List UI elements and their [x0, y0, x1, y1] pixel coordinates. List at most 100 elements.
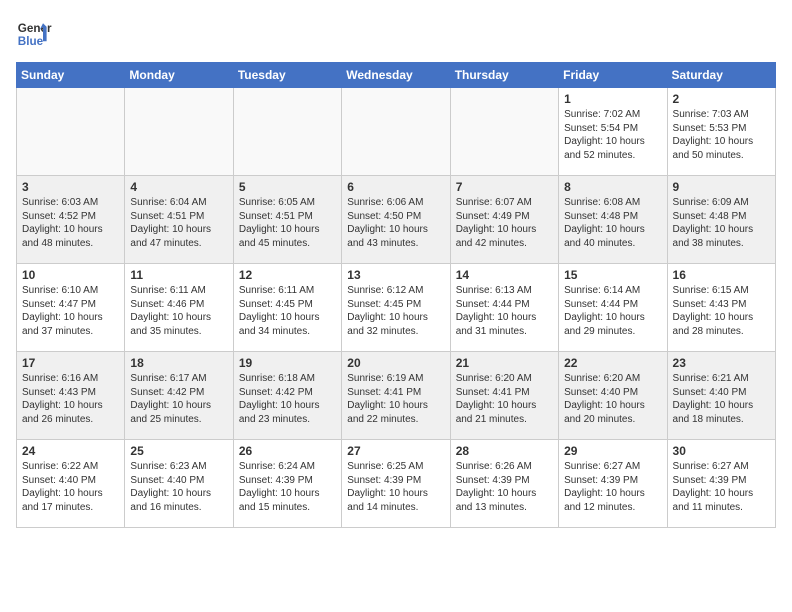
day-number: 24: [22, 444, 119, 458]
day-number: 9: [673, 180, 770, 194]
day-info: Sunrise: 6:04 AM Sunset: 4:51 PM Dayligh…: [130, 196, 227, 250]
day-info: Sunrise: 6:21 AM Sunset: 4:40 PM Dayligh…: [673, 372, 770, 426]
day-number: 3: [22, 180, 119, 194]
day-number: 28: [456, 444, 553, 458]
week-row-2: 3 Sunrise: 6:03 AM Sunset: 4:52 PM Daylig…: [17, 176, 776, 264]
day-number: 12: [239, 268, 336, 282]
day-info: Sunrise: 6:24 AM Sunset: 4:39 PM Dayligh…: [239, 460, 336, 514]
day-info: Sunrise: 6:11 AM Sunset: 4:45 PM Dayligh…: [239, 284, 336, 338]
day-number: 10: [22, 268, 119, 282]
calendar-cell: 1 Sunrise: 7:02 AM Sunset: 5:54 PM Daylig…: [559, 88, 667, 176]
calendar-cell: 30 Sunrise: 6:27 AM Sunset: 4:39 PM Dayli…: [667, 440, 775, 528]
day-info: Sunrise: 6:06 AM Sunset: 4:50 PM Dayligh…: [347, 196, 444, 250]
calendar-cell: 13 Sunrise: 6:12 AM Sunset: 4:45 PM Dayli…: [342, 264, 450, 352]
day-number: 6: [347, 180, 444, 194]
week-row-1: 1 Sunrise: 7:02 AM Sunset: 5:54 PM Daylig…: [17, 88, 776, 176]
day-info: Sunrise: 6:10 AM Sunset: 4:47 PM Dayligh…: [22, 284, 119, 338]
day-info: Sunrise: 6:27 AM Sunset: 4:39 PM Dayligh…: [673, 460, 770, 514]
day-info: Sunrise: 6:15 AM Sunset: 4:43 PM Dayligh…: [673, 284, 770, 338]
day-info: Sunrise: 6:26 AM Sunset: 4:39 PM Dayligh…: [456, 460, 553, 514]
weekday-header-monday: Monday: [125, 63, 233, 88]
calendar-cell: 28 Sunrise: 6:26 AM Sunset: 4:39 PM Dayli…: [450, 440, 558, 528]
day-number: 13: [347, 268, 444, 282]
calendar-cell: 26Sunrise: 6:24 AM Sunset: 4:39 PM Dayli…: [233, 440, 341, 528]
week-row-4: 17 Sunrise: 6:16 AM Sunset: 4:43 PM Dayli…: [17, 352, 776, 440]
day-number: 16: [673, 268, 770, 282]
day-info: Sunrise: 6:05 AM Sunset: 4:51 PM Dayligh…: [239, 196, 336, 250]
day-info: Sunrise: 6:25 AM Sunset: 4:39 PM Dayligh…: [347, 460, 444, 514]
day-info: Sunrise: 6:19 AM Sunset: 4:41 PM Dayligh…: [347, 372, 444, 426]
logo-icon: General Blue: [16, 16, 52, 52]
day-info: Sunrise: 6:14 AM Sunset: 4:44 PM Dayligh…: [564, 284, 661, 338]
calendar-cell: 17 Sunrise: 6:16 AM Sunset: 4:43 PM Dayli…: [17, 352, 125, 440]
day-number: 20: [347, 356, 444, 370]
calendar-cell: 7 Sunrise: 6:07 AM Sunset: 4:49 PM Daylig…: [450, 176, 558, 264]
day-info: Sunrise: 6:20 AM Sunset: 4:41 PM Dayligh…: [456, 372, 553, 426]
day-info: Sunrise: 6:20 AM Sunset: 4:40 PM Dayligh…: [564, 372, 661, 426]
calendar-cell: 8 Sunrise: 6:08 AM Sunset: 4:48 PM Daylig…: [559, 176, 667, 264]
day-info: Sunrise: 6:27 AM Sunset: 4:39 PM Dayligh…: [564, 460, 661, 514]
calendar-cell: 15 Sunrise: 6:14 AM Sunset: 4:44 PM Dayli…: [559, 264, 667, 352]
day-info: Sunrise: 6:03 AM Sunset: 4:52 PM Dayligh…: [22, 196, 119, 250]
calendar-cell: 10 Sunrise: 6:10 AM Sunset: 4:47 PM Dayli…: [17, 264, 125, 352]
calendar-cell: [233, 88, 341, 176]
day-number: 21: [456, 356, 553, 370]
weekday-header-wednesday: Wednesday: [342, 63, 450, 88]
day-number: 27: [347, 444, 444, 458]
calendar-cell: 29 Sunrise: 6:27 AM Sunset: 4:39 PM Dayli…: [559, 440, 667, 528]
calendar-cell: 18 Sunrise: 6:17 AM Sunset: 4:42 PM Dayli…: [125, 352, 233, 440]
calendar-cell: 6 Sunrise: 6:06 AM Sunset: 4:50 PM Daylig…: [342, 176, 450, 264]
calendar-cell: 22 Sunrise: 6:20 AM Sunset: 4:40 PM Dayli…: [559, 352, 667, 440]
day-info: Sunrise: 7:02 AM Sunset: 5:54 PM Dayligh…: [564, 108, 661, 162]
day-number: 11: [130, 268, 227, 282]
day-info: Sunrise: 6:13 AM Sunset: 4:44 PM Dayligh…: [456, 284, 553, 338]
day-number: 22: [564, 356, 661, 370]
day-number: 25: [130, 444, 227, 458]
calendar-cell: 21 Sunrise: 6:20 AM Sunset: 4:41 PM Dayli…: [450, 352, 558, 440]
day-number: 4: [130, 180, 227, 194]
weekday-header-thursday: Thursday: [450, 63, 558, 88]
day-number: 15: [564, 268, 661, 282]
calendar-cell: 3 Sunrise: 6:03 AM Sunset: 4:52 PM Daylig…: [17, 176, 125, 264]
week-row-5: 24 Sunrise: 6:22 AM Sunset: 4:40 PM Dayli…: [17, 440, 776, 528]
calendar-cell: [17, 88, 125, 176]
day-number: 18: [130, 356, 227, 370]
calendar-table: SundayMondayTuesdayWednesdayThursdayFrid…: [16, 62, 776, 528]
calendar-cell: 5Sunrise: 6:05 AM Sunset: 4:51 PM Daylig…: [233, 176, 341, 264]
day-number: 30: [673, 444, 770, 458]
calendar-cell: 20 Sunrise: 6:19 AM Sunset: 4:41 PM Dayli…: [342, 352, 450, 440]
day-number: 29: [564, 444, 661, 458]
week-row-3: 10 Sunrise: 6:10 AM Sunset: 4:47 PM Dayli…: [17, 264, 776, 352]
page-header: General Blue: [16, 16, 776, 52]
day-info: Sunrise: 6:23 AM Sunset: 4:40 PM Dayligh…: [130, 460, 227, 514]
calendar-cell: 2Sunrise: 7:03 AM Sunset: 5:53 PM Daylig…: [667, 88, 775, 176]
day-info: Sunrise: 6:17 AM Sunset: 4:42 PM Dayligh…: [130, 372, 227, 426]
day-number: 19: [239, 356, 336, 370]
day-info: Sunrise: 6:12 AM Sunset: 4:45 PM Dayligh…: [347, 284, 444, 338]
logo: General Blue: [16, 16, 52, 52]
day-info: Sunrise: 7:03 AM Sunset: 5:53 PM Dayligh…: [673, 108, 770, 162]
calendar-cell: 25 Sunrise: 6:23 AM Sunset: 4:40 PM Dayli…: [125, 440, 233, 528]
calendar-cell: 23 Sunrise: 6:21 AM Sunset: 4:40 PM Dayli…: [667, 352, 775, 440]
day-info: Sunrise: 6:09 AM Sunset: 4:48 PM Dayligh…: [673, 196, 770, 250]
day-number: 1: [564, 92, 661, 106]
calendar-cell: [125, 88, 233, 176]
calendar-cell: 19 Sunrise: 6:18 AM Sunset: 4:42 PM Dayli…: [233, 352, 341, 440]
day-info: Sunrise: 6:08 AM Sunset: 4:48 PM Dayligh…: [564, 196, 661, 250]
day-number: 17: [22, 356, 119, 370]
weekday-header-tuesday: Tuesday: [233, 63, 341, 88]
day-info: Sunrise: 6:07 AM Sunset: 4:49 PM Dayligh…: [456, 196, 553, 250]
day-number: 23: [673, 356, 770, 370]
weekday-header-friday: Friday: [559, 63, 667, 88]
day-info: Sunrise: 6:16 AM Sunset: 4:43 PM Dayligh…: [22, 372, 119, 426]
weekday-header-row: SundayMondayTuesdayWednesdayThursdayFrid…: [17, 63, 776, 88]
weekday-header-sunday: Sunday: [17, 63, 125, 88]
calendar-cell: 12 Sunrise: 6:11 AM Sunset: 4:45 PM Dayli…: [233, 264, 341, 352]
svg-text:Blue: Blue: [18, 35, 44, 48]
day-info: Sunrise: 6:22 AM Sunset: 4:40 PM Dayligh…: [22, 460, 119, 514]
day-number: 7: [456, 180, 553, 194]
calendar-cell: 11Sunrise: 6:11 AM Sunset: 4:46 PM Dayli…: [125, 264, 233, 352]
calendar-cell: 27 Sunrise: 6:25 AM Sunset: 4:39 PM Dayli…: [342, 440, 450, 528]
day-number: 8: [564, 180, 661, 194]
day-info: Sunrise: 6:18 AM Sunset: 4:42 PM Dayligh…: [239, 372, 336, 426]
